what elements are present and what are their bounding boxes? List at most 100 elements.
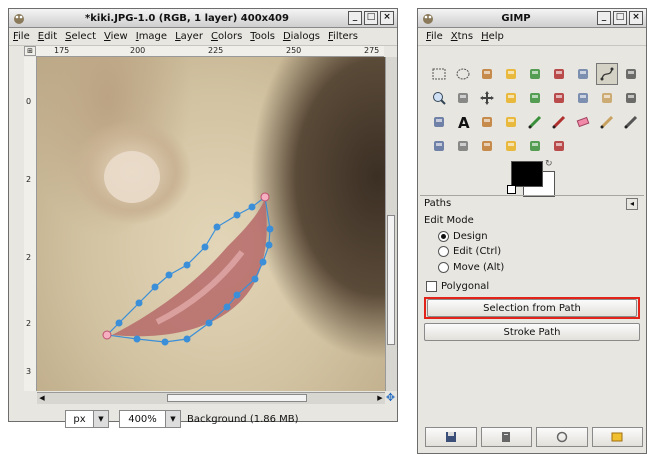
pencil-icon[interactable]	[524, 111, 546, 133]
rotate-icon[interactable]	[548, 87, 570, 109]
minimize-icon[interactable]: _	[597, 11, 611, 25]
scroll-left-arrow[interactable]: ◀	[37, 393, 47, 403]
vertical-scrollbar[interactable]	[385, 57, 397, 391]
radio-icon	[438, 262, 449, 273]
mode-edit-radio[interactable]: Edit (Ctrl)	[438, 246, 501, 257]
paintbrush-icon[interactable]	[548, 111, 570, 133]
horizontal-scroll-thumb[interactable]	[167, 394, 307, 402]
ink-icon[interactable]	[620, 111, 642, 133]
menu-edit[interactable]: Edit	[34, 31, 61, 42]
image-canvas[interactable]	[37, 57, 385, 391]
move-icon[interactable]	[476, 87, 498, 109]
vertical-ruler[interactable]: 0 2 2 2 3	[24, 57, 37, 391]
foreground-select-icon[interactable]	[572, 63, 594, 85]
fuzzy-select-icon[interactable]	[500, 63, 522, 85]
vruler-tick: 2	[26, 253, 32, 262]
ellipse-select-icon-glyph	[456, 68, 470, 80]
crop-icon[interactable]	[524, 87, 546, 109]
perspective-icon[interactable]	[620, 87, 642, 109]
menu-image[interactable]: Image	[132, 31, 171, 42]
delete-options-icon[interactable]	[536, 427, 588, 447]
text-icon[interactable]: A	[452, 111, 474, 133]
scale-icon[interactable]	[572, 87, 594, 109]
image-window-title: *kiki.JPG-1.0 (RGB, 1 layer) 400x409	[85, 12, 289, 24]
scissors-icon[interactable]	[548, 63, 570, 85]
color-select-icon[interactable]	[524, 63, 546, 85]
swap-colors-icon[interactable]: ↻	[545, 159, 553, 169]
color-picker-icon[interactable]	[620, 63, 642, 85]
path-start-anchor[interactable]	[260, 192, 270, 202]
rect-select-icon[interactable]	[428, 63, 450, 85]
vruler-tick: 0	[26, 97, 32, 106]
airbrush-icon[interactable]	[596, 111, 618, 133]
menu-view[interactable]: View	[100, 31, 132, 42]
smudge-icon[interactable]	[524, 135, 546, 157]
image-window-titlebar[interactable]: *kiki.JPG-1.0 (RGB, 1 layer) 400x409 _ □…	[9, 9, 397, 28]
close-icon[interactable]: ×	[380, 11, 394, 25]
configure-tab-icon[interactable]: ◂	[626, 198, 638, 210]
menu-layer[interactable]: Layer	[171, 31, 207, 42]
menu-tools[interactable]: Tools	[246, 31, 279, 42]
navigate-icon[interactable]: ✥	[385, 392, 396, 403]
save-options-icon[interactable]	[425, 427, 477, 447]
blur-icon[interactable]	[500, 135, 522, 157]
rect-select-icon-glyph	[432, 68, 446, 80]
menu-file[interactable]: File	[422, 31, 447, 42]
close-icon[interactable]: ×	[629, 11, 643, 25]
polygonal-checkbox[interactable]: Polygonal	[426, 281, 489, 292]
restore-options-icon[interactable]	[480, 427, 532, 447]
measure-icon[interactable]	[452, 87, 474, 109]
heal-icon[interactable]	[452, 135, 474, 157]
perspective-clone-icon[interactable]	[476, 135, 498, 157]
blend-icon-glyph	[506, 117, 516, 127]
maximize-icon[interactable]: □	[364, 11, 378, 25]
menu-filters[interactable]: Filters	[324, 31, 362, 42]
reset-options-icon[interactable]	[591, 427, 643, 447]
menu-colors[interactable]: Colors	[207, 31, 246, 42]
default-colors-icon[interactable]	[507, 185, 516, 194]
ellipse-select-icon[interactable]	[452, 63, 474, 85]
magnify-icon[interactable]	[428, 87, 450, 109]
gimp-icon	[14, 14, 24, 24]
menu-xtns[interactable]: Xtns	[447, 31, 477, 42]
polygonal-label: Polygonal	[441, 281, 490, 292]
flip-icon[interactable]	[428, 111, 450, 133]
minimize-icon[interactable]: _	[348, 11, 362, 25]
ruler-corner[interactable]: ⊞	[24, 46, 36, 56]
toolbox-titlebar[interactable]: GIMP _ □ ×	[418, 9, 646, 28]
paths-icon-glyph	[600, 67, 614, 81]
mode-move-radio[interactable]: Move (Alt)	[438, 262, 504, 273]
layer-info: Background (1.86 MB)	[187, 413, 299, 425]
horizontal-ruler[interactable]: 175 200 225 250 275	[36, 46, 384, 57]
horizontal-scrollbar[interactable]: ◀ ▶	[37, 392, 385, 404]
vertical-scroll-thumb[interactable]	[387, 215, 395, 345]
menu-dialogs[interactable]: Dialogs	[279, 31, 324, 42]
menu-file[interactable]: File	[9, 31, 34, 42]
shear-icon[interactable]	[596, 87, 618, 109]
stroke-path-button[interactable]: Stroke Path	[424, 323, 640, 341]
scissors-icon-glyph	[554, 69, 564, 79]
bucket-fill-icon[interactable]	[476, 111, 498, 133]
maximize-icon[interactable]: □	[613, 11, 627, 25]
menu-select[interactable]: Select	[61, 31, 100, 42]
menu-help[interactable]: Help	[477, 31, 508, 42]
blend-icon[interactable]	[500, 111, 522, 133]
clone-icon[interactable]	[428, 135, 450, 157]
zoom-select[interactable]: 400% ▼	[119, 410, 181, 428]
eraser-icon-glyph	[576, 116, 590, 128]
measure-icon-glyph	[458, 93, 468, 103]
selection-from-path-button[interactable]: Selection from Path	[427, 299, 637, 317]
align-icon[interactable]	[500, 87, 522, 109]
foreground-color-swatch[interactable]	[511, 161, 543, 187]
scroll-right-arrow[interactable]: ▶	[375, 393, 385, 403]
paths-icon[interactable]	[596, 63, 618, 85]
tool-grid: A	[428, 63, 644, 159]
mode-design-label: Design	[453, 231, 488, 242]
unit-select[interactable]: px ▼	[65, 410, 109, 428]
free-select-icon[interactable]	[476, 63, 498, 85]
free-select-icon-glyph	[482, 69, 492, 79]
mode-design-radio[interactable]: Design	[438, 231, 488, 242]
eraser-icon[interactable]	[572, 111, 594, 133]
path-end-anchor[interactable]	[102, 330, 112, 340]
dodge-burn-icon[interactable]	[548, 135, 570, 157]
